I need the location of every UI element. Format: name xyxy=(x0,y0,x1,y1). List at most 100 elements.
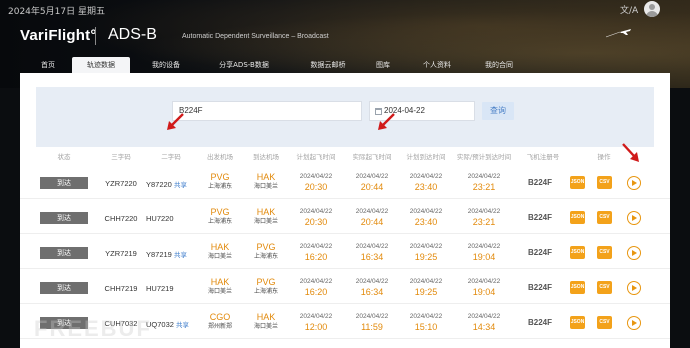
csv-download-icon[interactable]: CSV xyxy=(597,246,612,259)
json-download-icon[interactable]: JSON xyxy=(570,281,585,294)
sched-dep-date: 2024/04/22 xyxy=(299,278,333,285)
sched-dep-clock: 16:20 xyxy=(304,252,328,262)
json-download-icon[interactable]: JSON xyxy=(570,316,585,329)
sched-arr-time: 2024/04/22 23:40 xyxy=(400,207,452,228)
sched-arr-date: 2024/04/22 xyxy=(409,208,443,215)
language-icon[interactable]: 文/A xyxy=(620,4,638,18)
header-icao: 三字码 xyxy=(111,153,131,161)
sched-dep-clock: 20:30 xyxy=(304,217,328,227)
act-arr-time: 2024/04/22 19:04 xyxy=(458,277,510,298)
status-badge: 到达 xyxy=(40,212,88,224)
table-row: 到达 YZR7219 Y87219 共享 HAK 海口美兰 PVG 上海浦东 2024/04/… xyxy=(20,237,670,269)
act-arr-date: 2024/04/22 xyxy=(467,208,501,215)
departure-name: 海口美兰 xyxy=(207,289,232,295)
playback-icon[interactable] xyxy=(627,316,641,330)
iata-code: HU7220 xyxy=(146,214,174,223)
brand-logo[interactable]: VariFlight° xyxy=(20,27,97,44)
act-dep-time: 2024/04/22 20:44 xyxy=(346,207,398,228)
playback-icon[interactable] xyxy=(627,211,641,225)
act-dep-date: 2024/04/22 xyxy=(355,243,389,250)
playback-icon[interactable] xyxy=(627,176,641,190)
json-download-icon[interactable]: JSON xyxy=(570,176,585,189)
csv-download-icon[interactable]: CSV xyxy=(597,281,612,294)
sched-arr-clock: 23:40 xyxy=(414,182,438,192)
arrival-name: 海口美兰 xyxy=(253,324,278,330)
sched-dep-time: 2024/04/22 20:30 xyxy=(290,172,342,193)
icao-code: YZR7220 xyxy=(105,179,137,188)
share-link[interactable]: 共享 xyxy=(174,182,187,189)
nav-home[interactable]: 首页 xyxy=(30,57,66,73)
aircraft-registration: B224F xyxy=(527,248,552,257)
iata-code: Y87220 共享 xyxy=(146,180,187,189)
departure-name: 上海浦东 xyxy=(207,184,232,190)
status-badge: 到达 xyxy=(40,247,88,259)
avatar[interactable] xyxy=(644,1,660,17)
arrival-code: HAK xyxy=(256,172,276,182)
act-dep-date: 2024/04/22 xyxy=(355,173,389,180)
header-iata: 二字码 xyxy=(161,153,181,161)
plane-icon xyxy=(606,29,631,38)
departure-airport: PVG 上海浦东 xyxy=(200,207,240,227)
act-arr-date: 2024/04/22 xyxy=(467,313,501,320)
json-download-icon[interactable]: JSON xyxy=(570,211,585,224)
nav-contracts[interactable]: 我的合同 xyxy=(476,57,522,73)
csv-download-icon[interactable]: CSV xyxy=(597,176,612,189)
arrival-airport: HAK 海口美兰 xyxy=(246,312,286,332)
arrival-code: PVG xyxy=(256,277,276,287)
main-nav: 首页 轨迹数据 我的设备 分享ADS-B数据 数据云邮桥 图库 个人资料 我的合… xyxy=(20,57,538,73)
act-arr-time: 2024/04/22 19:04 xyxy=(458,242,510,263)
nav-my-devices[interactable]: 我的设备 xyxy=(138,57,194,73)
sched-dep-time: 2024/04/22 16:20 xyxy=(290,242,342,263)
sched-dep-date: 2024/04/22 xyxy=(299,173,333,180)
act-dep-date: 2024/04/22 xyxy=(355,208,389,215)
sched-dep-clock: 16:20 xyxy=(304,287,328,297)
table-header: 状态 三字码 二字码 出发机场 到达机场 计划起飞时间 实际起飞时间 计划到达时… xyxy=(20,151,670,165)
sched-arr-clock: 19:25 xyxy=(414,287,438,297)
nav-profile[interactable]: 个人资料 xyxy=(416,57,458,73)
table-row: 到达 YZR7220 Y87220 共享 PVG 上海浦东 HAK 海口美兰 2024/04/… xyxy=(20,167,670,199)
sched-arr-clock: 19:25 xyxy=(414,252,438,262)
json-download-icon[interactable]: JSON xyxy=(570,246,585,259)
share-link[interactable]: 共享 xyxy=(174,252,187,259)
sched-dep-date: 2024/04/22 xyxy=(299,313,333,320)
header-departure: 出发机场 xyxy=(207,153,233,161)
act-arr-time: 2024/04/22 14:34 xyxy=(458,312,510,333)
csv-download-icon[interactable]: CSV xyxy=(597,316,612,329)
sched-arr-date: 2024/04/22 xyxy=(409,173,443,180)
playback-icon[interactable] xyxy=(627,246,641,260)
sched-arr-time: 2024/04/22 19:25 xyxy=(400,242,452,263)
status-badge: 到达 xyxy=(40,177,88,189)
act-dep-date: 2024/04/22 xyxy=(355,278,389,285)
sched-arr-clock: 23:40 xyxy=(414,217,438,227)
sched-arr-date: 2024/04/22 xyxy=(409,313,443,320)
act-arr-time: 2024/04/22 23:21 xyxy=(458,207,510,228)
departure-airport: CGO 郑州新郑 xyxy=(200,312,240,332)
nav-track-data[interactable]: 轨迹数据 xyxy=(72,57,130,73)
arrival-code: PVG xyxy=(256,242,276,252)
act-dep-date: 2024/04/22 xyxy=(355,313,389,320)
arrival-name: 海口美兰 xyxy=(253,184,278,190)
header-status: 状态 xyxy=(57,153,71,161)
annotation-arrow-icon xyxy=(167,113,184,130)
act-arr-clock: 23:21 xyxy=(472,182,496,192)
query-button[interactable]: 查询 xyxy=(482,102,514,120)
aircraft-registration: B224F xyxy=(527,283,552,292)
search-panel: B224F 2024-04-22 查询 xyxy=(36,87,654,147)
act-arr-date: 2024/04/22 xyxy=(467,173,501,180)
sched-dep-time: 2024/04/22 12:00 xyxy=(290,312,342,333)
departure-name: 海口美兰 xyxy=(207,254,232,260)
playback-icon[interactable] xyxy=(627,281,641,295)
share-link[interactable]: 共享 xyxy=(176,322,189,329)
header-sched-arr: 计划到达时间 xyxy=(406,153,446,161)
act-dep-clock: 20:44 xyxy=(360,182,384,192)
csv-download-icon[interactable]: CSV xyxy=(597,211,612,224)
departure-airport: PVG 上海浦东 xyxy=(200,172,240,192)
flight-search-input[interactable]: B224F xyxy=(172,101,362,121)
nav-data-cloud[interactable]: 数据云邮桥 xyxy=(292,57,364,73)
departure-name: 郑州新郑 xyxy=(207,324,232,330)
nav-gallery[interactable]: 图库 xyxy=(366,57,400,73)
arrival-name: 上海浦东 xyxy=(253,289,278,295)
nav-share-adsb[interactable]: 分享ADS-B数据 xyxy=(202,57,286,73)
sched-dep-clock: 20:30 xyxy=(304,182,328,192)
header-act-arr: 实际/预计到达时间 xyxy=(456,153,512,161)
